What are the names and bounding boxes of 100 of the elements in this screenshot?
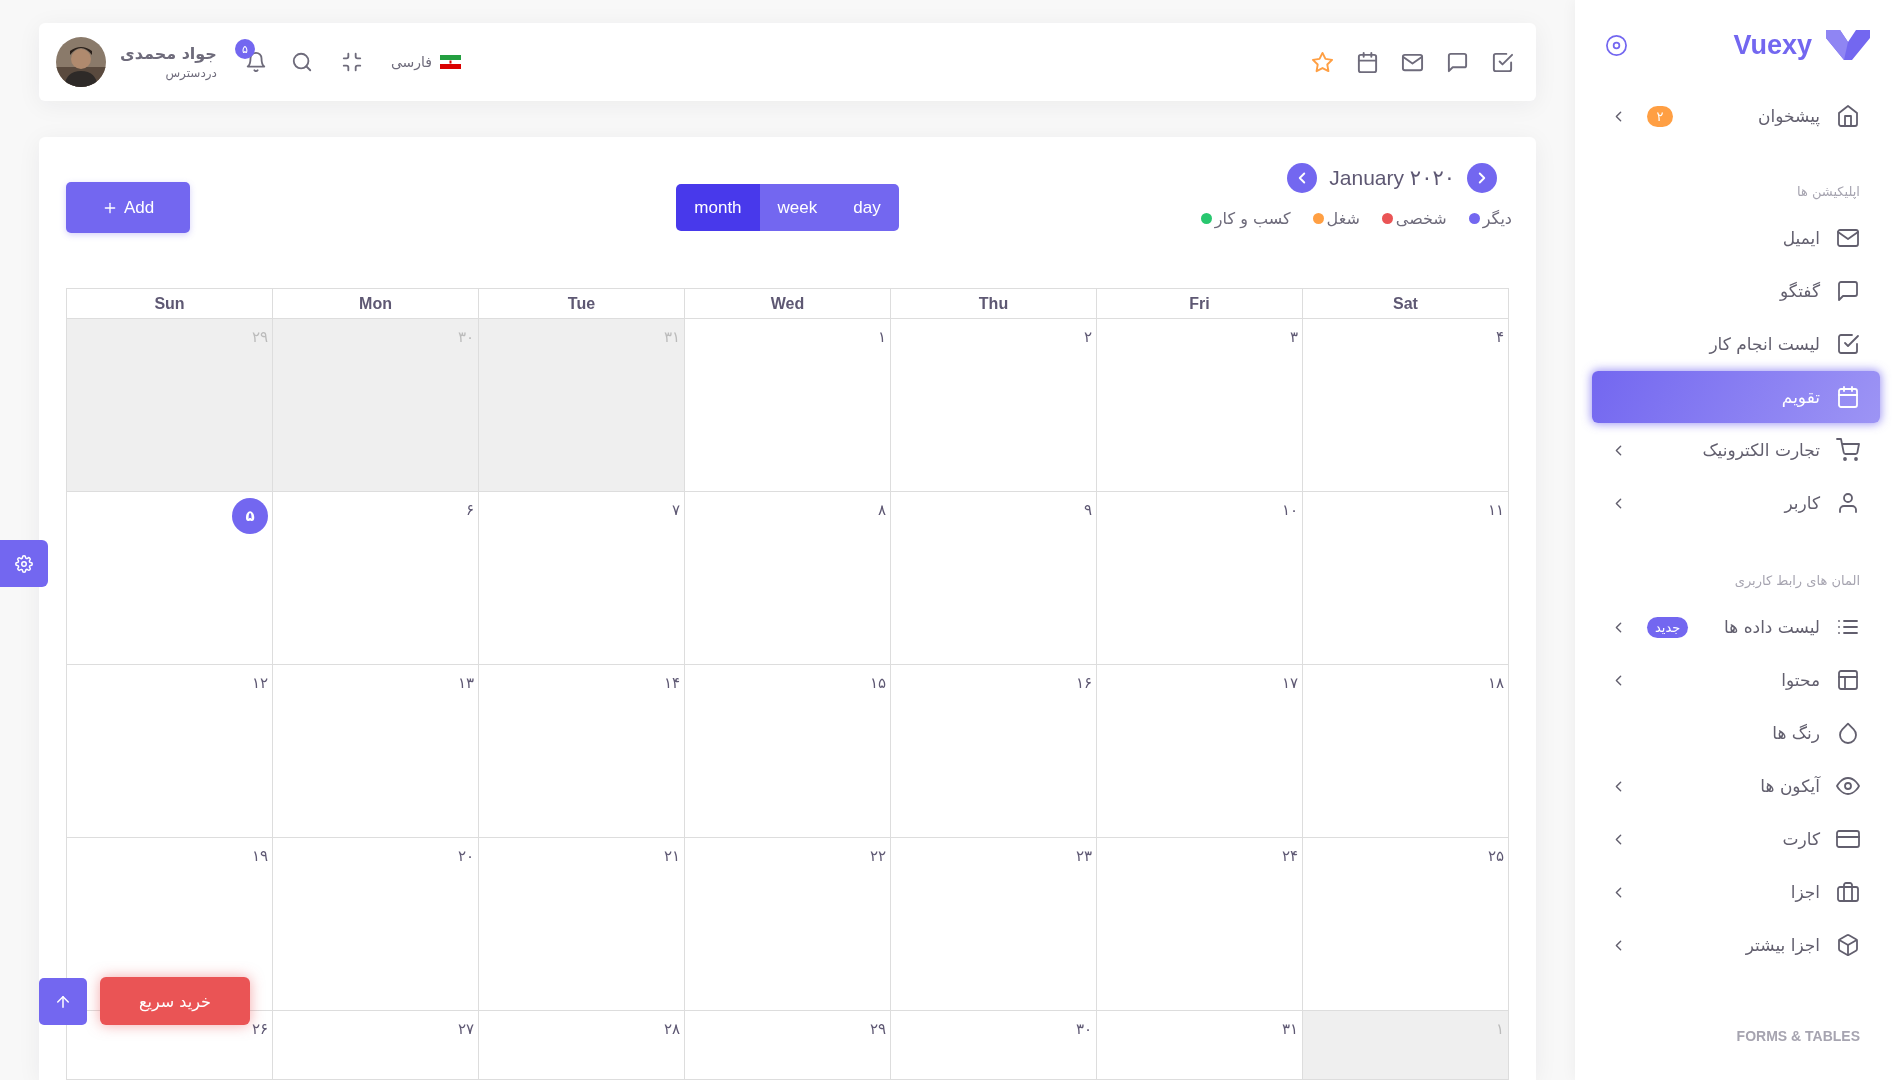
eye-icon [1836, 774, 1860, 798]
star-icon[interactable] [1311, 50, 1334, 74]
menu-item[interactable]: کارت [1592, 813, 1880, 865]
menu-item[interactable]: گفتگو [1592, 265, 1880, 317]
layout-icon [1836, 668, 1860, 692]
next-button[interactable] [1467, 163, 1497, 193]
weekday-header: Fri [1097, 289, 1303, 319]
day-number[interactable]: ۱۱ [1487, 498, 1504, 519]
chat-icon[interactable] [1446, 50, 1469, 74]
day-number[interactable]: ۱۷ [1281, 671, 1298, 692]
view-tab[interactable]: day [835, 184, 899, 231]
day-number[interactable]: ۲۵ [1487, 844, 1504, 865]
menu-item[interactable]: کاربر [1592, 477, 1880, 529]
previous-button[interactable] [1287, 163, 1318, 193]
day-number[interactable]: ۲۴ [1281, 844, 1298, 865]
day-number[interactable]: ۱۲ [251, 671, 268, 692]
menu-label: محتوا [1781, 670, 1820, 690]
user-name: جواد محمدی [120, 44, 217, 63]
day-number[interactable]: ۲۷ [457, 1017, 474, 1038]
day-number[interactable]: ۲۶ [251, 1017, 268, 1038]
day-number[interactable]: ۲۸ [663, 1017, 680, 1038]
droplet-icon [1836, 721, 1860, 745]
mail-icon [1836, 226, 1860, 250]
language-selector[interactable]: فارسی [390, 54, 433, 70]
day-number[interactable]: ۲۲ [869, 844, 886, 865]
month-title: January ۲۰۲۰ [1328, 166, 1456, 190]
view-tab[interactable]: month [676, 184, 760, 231]
day-number[interactable]: ۲۱ [663, 844, 680, 865]
day-number[interactable]: ۱۶ [1075, 671, 1092, 692]
toggle-icon[interactable] [1605, 33, 1628, 57]
day-number[interactable]: ۹ [1083, 498, 1092, 519]
day-number[interactable]: ۱۵ [869, 671, 886, 692]
settings-icon [15, 554, 33, 573]
day-number[interactable]: ۱ [877, 325, 886, 346]
menu-item[interactable]: آیکون ها [1592, 760, 1880, 812]
menu-item[interactable]: اجزا [1592, 866, 1880, 918]
menu-label: لیست انجام کار [1709, 334, 1820, 354]
menu-label: آیکون ها [1760, 776, 1820, 796]
day-number[interactable]: ۱۹ [251, 844, 268, 865]
logo-icon [1826, 30, 1870, 60]
weekday-header: Sat [1303, 289, 1509, 319]
menu-label: کارت [1782, 829, 1820, 849]
day-number[interactable]: ۲۰ [457, 844, 474, 865]
menu-label: تقویم [1781, 387, 1820, 407]
menu-label: اجزا بیشتر [1745, 935, 1820, 955]
menu-item[interactable]: پیشخوان ۲ [1592, 90, 1880, 142]
flag-icon[interactable] [440, 55, 462, 69]
menu-item[interactable]: تجارت الکترونیک [1592, 424, 1880, 476]
menu-item[interactable]: لیست انجام کار [1592, 318, 1880, 370]
menu-label: گفتگو [1780, 281, 1820, 301]
day-number[interactable]: ۱۸ [1487, 671, 1504, 692]
checkbox-icon[interactable] [1491, 50, 1514, 74]
menu-badge: ۲ [1647, 105, 1673, 127]
cube-icon [1836, 933, 1860, 957]
menu-label: رنگ ها [1772, 723, 1820, 743]
day-number[interactable]: ۱۴ [663, 671, 680, 692]
day-number[interactable]: ۸ [877, 498, 886, 519]
today-marker[interactable]: ۵ [232, 498, 268, 534]
day-number[interactable]: ۲۳ [1075, 844, 1092, 865]
weekday-header: Wed [685, 289, 891, 319]
briefcase-icon [1836, 880, 1860, 904]
user-status: دردسترس [165, 66, 217, 80]
day-number[interactable]: ۷ [671, 498, 680, 519]
scroll-top-button[interactable] [39, 978, 87, 1025]
day-number[interactable]: ۶ [465, 498, 474, 519]
day-number[interactable]: ۴ [1495, 325, 1504, 346]
menu-label: پیشخوان [1758, 106, 1820, 126]
menu-label: کاربر [1784, 493, 1820, 513]
menu-label: لیست داده ها [1724, 617, 1820, 637]
quick-buy-button[interactable]: خرید سریع [100, 977, 250, 1025]
day-number[interactable]: ۱۳ [457, 671, 474, 692]
menu-label: اجزا [1790, 882, 1820, 902]
bell-icon[interactable] [244, 51, 267, 73]
menu-label: ایمیل [1782, 228, 1820, 248]
settings-button[interactable] [0, 540, 48, 587]
menu-item[interactable]: رنگ ها [1592, 707, 1880, 759]
menu-item[interactable]: ایمیل [1592, 212, 1880, 264]
view-tab[interactable]: week [759, 184, 836, 231]
brand-name: Vuexy [1733, 29, 1812, 61]
day-number[interactable]: ۳ [1289, 325, 1298, 346]
menu-item[interactable]: لیست داده ها جدید [1592, 601, 1880, 653]
day-number[interactable]: ۲۹ [869, 1017, 886, 1038]
collapse-icon[interactable] [340, 51, 363, 73]
menu-item[interactable]: اجزا بیشتر [1592, 919, 1880, 971]
legend-label: شخصی [1395, 209, 1447, 228]
day-number[interactable]: ۲ [1083, 325, 1092, 346]
calendar-icon[interactable] [1356, 50, 1379, 74]
legend-label: کسب و کار [1214, 209, 1291, 228]
cart-icon [1836, 438, 1860, 462]
home-icon [1836, 104, 1860, 128]
add-button[interactable]: Add [66, 182, 190, 233]
calendar-icon [1836, 385, 1860, 409]
section-label: FORMS & TABLES [1735, 1027, 1861, 1046]
menu-item[interactable]: محتوا [1592, 654, 1880, 706]
day-number[interactable]: ۱۰ [1281, 498, 1298, 519]
search-icon[interactable] [290, 51, 313, 73]
legend-label: شغل [1326, 209, 1360, 228]
checkbox-icon [1836, 332, 1860, 356]
day-number[interactable]: ۳۰ [1075, 1017, 1092, 1038]
day-number[interactable]: ۳۱ [1281, 1017, 1298, 1038]
